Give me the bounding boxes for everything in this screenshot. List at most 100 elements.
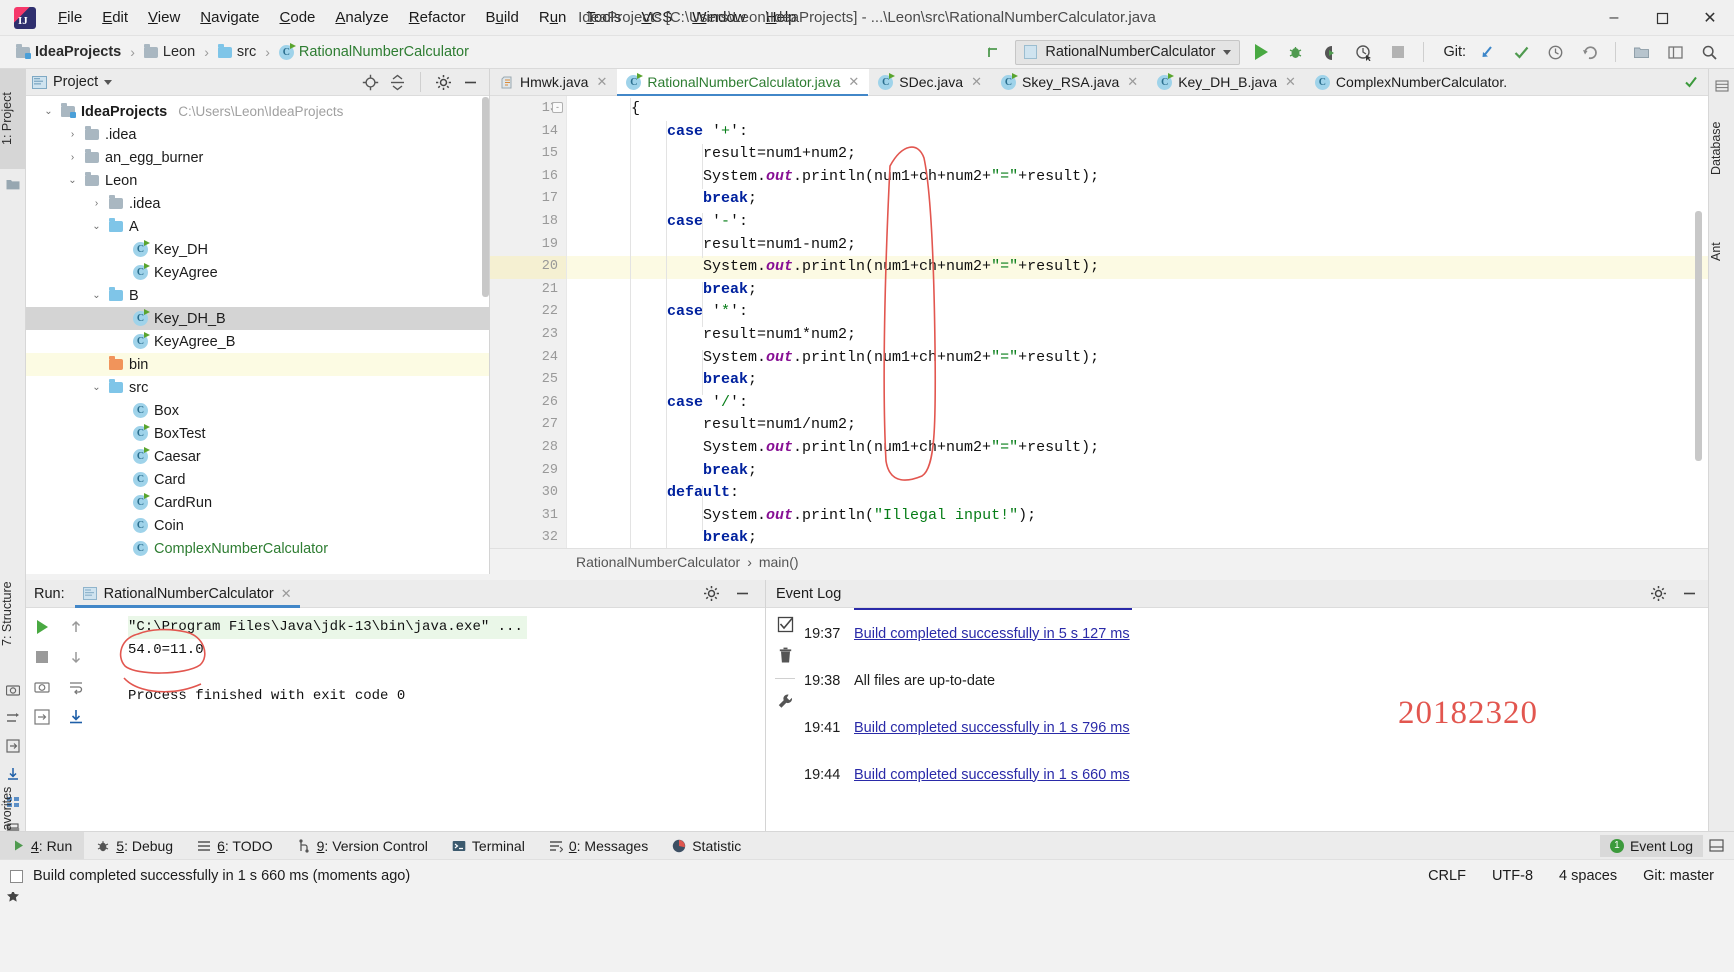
print-button[interactable] xyxy=(29,704,55,730)
tool-window-button-statistic[interactable]: Statistic xyxy=(660,832,753,860)
tree-expand-arrow[interactable]: ⌄ xyxy=(42,106,55,117)
rerun-button[interactable] xyxy=(29,614,55,640)
layout-icon[interactable] xyxy=(1709,838,1734,853)
tool-window-button-6todo[interactable]: 6: TODO xyxy=(185,832,285,860)
tree-node-key_dh[interactable]: C Key_DH xyxy=(26,238,489,261)
editor-scrollbar[interactable] xyxy=(1695,211,1702,461)
search-icon[interactable] xyxy=(1697,40,1722,65)
tool-window-button-terminal[interactable]: Terminal xyxy=(440,832,537,860)
status-square-icon[interactable] xyxy=(10,869,23,883)
breadcrumb-item-leon[interactable]: Leon xyxy=(140,42,199,62)
event-message[interactable]: Build completed successfully in 1 s 796 … xyxy=(854,720,1130,736)
stop-button[interactable] xyxy=(1385,40,1410,65)
delete-icon[interactable] xyxy=(777,647,794,664)
editor-tab-rationalnumbercalculatorjava[interactable]: C RationalNumberCalculator.java ✕ xyxy=(617,69,870,96)
git-branch-indicator[interactable]: Git: master xyxy=(1643,868,1714,884)
run-console-output[interactable]: "C:\Program Files\Java\jdk-13\bin\java.e… xyxy=(96,608,765,831)
menu-item-analyze[interactable]: Analyze xyxy=(325,6,398,30)
event-log-entries[interactable]: 19:37 Build completed successfully in 5 s… xyxy=(804,608,1708,831)
tree-node-ideaprojects[interactable]: ⌄ IdeaProjects C:\Users\Leon\IdeaProjects xyxy=(26,100,489,123)
breadcrumb-method[interactable]: main() xyxy=(759,554,799,570)
tool-window-button-5debug[interactable]: 5: Debug xyxy=(84,832,185,860)
tree-node-boxtest[interactable]: C BoxTest xyxy=(26,422,489,445)
line-separator-indicator[interactable]: CRLF xyxy=(1428,868,1466,884)
editor-tab-skey_rsajava[interactable]: C Skey_RSA.java ✕ xyxy=(992,69,1148,95)
run-configuration-selector[interactable]: RationalNumberCalculator xyxy=(1015,39,1241,65)
git-commit-icon[interactable] xyxy=(1509,40,1534,65)
tree-node-box[interactable]: C Box xyxy=(26,399,489,422)
tree-node-idea[interactable]: › .idea xyxy=(26,123,489,146)
tree-node-keyagree[interactable]: C KeyAgree xyxy=(26,261,489,284)
menu-item-refactor[interactable]: Refactor xyxy=(399,6,476,30)
tree-node-leon[interactable]: ⌄ Leon xyxy=(26,169,489,192)
tree-expand-arrow[interactable]: ⌄ xyxy=(66,175,79,186)
project-structure-icon[interactable] xyxy=(6,177,20,191)
tool-window-button-9versioncontrol[interactable]: 9: Version Control xyxy=(285,832,440,860)
locate-target-icon[interactable] xyxy=(362,74,379,91)
debug-button[interactable] xyxy=(1283,40,1308,65)
menu-item-code[interactable]: Code xyxy=(270,6,326,30)
tree-expand-arrow[interactable]: › xyxy=(66,152,79,163)
breadcrumb-item-ideaprojects[interactable]: IdeaProjects xyxy=(12,42,125,62)
minimize-button[interactable]: – xyxy=(1590,0,1638,36)
import-icon[interactable] xyxy=(6,739,20,753)
breadcrumb-item-class[interactable]: C RationalNumberCalculator xyxy=(275,42,473,62)
tree-node-coin[interactable]: C Coin xyxy=(26,514,489,537)
tree-node-src[interactable]: ⌄ src xyxy=(26,376,489,399)
chevron-down-icon[interactable] xyxy=(104,79,113,85)
close-button[interactable]: ✕ xyxy=(1686,0,1734,36)
tree-node-an_egg_burner[interactable]: › an_egg_burner xyxy=(26,146,489,169)
close-icon[interactable]: ✕ xyxy=(971,74,982,90)
settings-wrench-icon[interactable] xyxy=(777,693,794,710)
project-tree-scrollbar[interactable] xyxy=(482,97,489,297)
tree-node-cardrun[interactable]: C CardRun xyxy=(26,491,489,514)
camera-icon[interactable] xyxy=(6,683,20,697)
git-update-project-icon[interactable] xyxy=(1475,40,1500,65)
tree-node-complexnumbercalculator[interactable]: C ComplexNumberCalculator xyxy=(26,537,489,560)
event-log-entry[interactable]: 19:41 Build completed successfully in 1 s… xyxy=(804,704,1708,751)
editor-tab-sdecjava[interactable]: C SDec.java ✕ xyxy=(869,69,992,95)
export-button[interactable] xyxy=(63,704,89,730)
tree-expand-arrow[interactable]: ⌄ xyxy=(90,382,103,393)
layout-icon[interactable] xyxy=(1663,40,1688,65)
editor-tab-hmwkjava[interactable]: Hmwk.java ✕ xyxy=(490,69,617,95)
project-tree[interactable]: ⌄ IdeaProjects C:\Users\Leon\IdeaProjects ›… xyxy=(26,96,489,574)
menu-item-view[interactable]: View xyxy=(138,6,190,30)
close-icon[interactable]: ✕ xyxy=(848,74,859,90)
tool-tab-project[interactable]: 1: Project xyxy=(0,69,26,169)
scroll-down-button[interactable] xyxy=(63,644,89,670)
run-tab[interactable]: RationalNumberCalculator ✕ xyxy=(74,580,300,608)
soft-wrap-button[interactable] xyxy=(63,674,89,700)
tree-node-key_dh_b[interactable]: C Key_DH_B xyxy=(26,307,489,330)
stop-button[interactable] xyxy=(29,644,55,670)
git-revert-icon[interactable] xyxy=(1577,40,1602,65)
tool-tab-structure[interactable]: 7: Structure xyxy=(0,559,26,669)
code-fold-icon[interactable]: - xyxy=(552,102,563,113)
tree-expand-arrow[interactable]: › xyxy=(66,129,79,140)
screenshot-button[interactable] xyxy=(29,674,55,700)
breadcrumb-class[interactable]: RationalNumberCalculator xyxy=(576,554,740,570)
run-button[interactable] xyxy=(1249,40,1274,65)
git-history-icon[interactable] xyxy=(1543,40,1568,65)
editor-gutter[interactable]: 13 14 15 16 17 18 19 20 21 22 23 24 25 26 27 28 29 30 31 32 xyxy=(490,96,567,574)
tree-expand-arrow[interactable]: ⌄ xyxy=(90,221,103,232)
event-log-entry[interactable]: 19:37 Build completed successfully in 5 s… xyxy=(804,610,1708,657)
code-editor[interactable]: 13 14 15 16 17 18 19 20 21 22 23 24 25 26 27 28 29 30 31 32… xyxy=(490,96,1708,574)
layout-split-icon[interactable] xyxy=(6,711,20,725)
menu-item-file[interactable]: File xyxy=(48,6,92,30)
scroll-up-button[interactable] xyxy=(63,614,89,640)
indent-indicator[interactable]: 4 spaces xyxy=(1559,868,1617,884)
gear-icon[interactable] xyxy=(1650,585,1667,602)
breadcrumb-item-src[interactable]: src xyxy=(214,42,260,62)
tree-node-bin[interactable]: bin xyxy=(26,353,489,376)
tree-node-keyagree_b[interactable]: C KeyAgree_B xyxy=(26,330,489,353)
tree-node-b[interactable]: ⌄ B xyxy=(26,284,489,307)
maximize-button[interactable] xyxy=(1638,0,1686,36)
gear-icon[interactable] xyxy=(435,74,452,91)
menu-item-run[interactable]: Run xyxy=(529,6,577,30)
event-log-entry[interactable]: 19:44 Build completed successfully in 1 s… xyxy=(804,751,1708,798)
database-grid-icon[interactable] xyxy=(1715,79,1729,93)
hide-panel-icon[interactable] xyxy=(734,585,751,602)
tool-window-button-0messages[interactable]: 0: Messages xyxy=(537,832,660,860)
hide-panel-icon[interactable] xyxy=(462,74,479,91)
